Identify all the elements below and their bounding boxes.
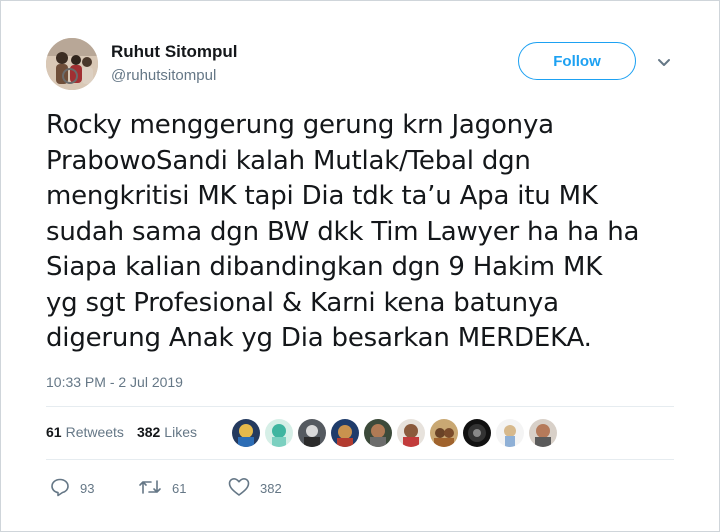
liker-avatars [232, 419, 562, 447]
liker-avatar[interactable] [496, 419, 524, 447]
liker-avatar[interactable] [463, 419, 491, 447]
liker-avatar[interactable] [364, 419, 392, 447]
retweet-count: 61 [172, 481, 187, 496]
user-handle[interactable]: @ruhutsitompul [111, 67, 216, 84]
liker-avatar[interactable] [430, 419, 458, 447]
liker-avatar[interactable] [397, 419, 425, 447]
likes-stat[interactable]: 382 Likes [137, 424, 197, 440]
liker-avatar[interactable] [265, 419, 293, 447]
divider [46, 459, 674, 460]
liker-avatar[interactable] [232, 419, 260, 447]
like-count: 382 [260, 481, 282, 496]
reply-count: 93 [80, 481, 95, 496]
likes-stat-label: Likes [164, 424, 197, 440]
retweet-icon [138, 477, 172, 500]
liker-avatar[interactable] [331, 419, 359, 447]
reply-button[interactable]: 93 [50, 477, 94, 500]
retweet-button[interactable]: 61 [138, 477, 186, 500]
tweet-text: Rocky menggerung gerung krn Jagonya Prab… [46, 110, 640, 353]
retweets-stat-count: 61 [46, 424, 62, 440]
retweets-stat[interactable]: 61 Retweets [46, 424, 124, 440]
retweets-stat-label: Retweets [65, 424, 124, 440]
heart-icon [228, 477, 260, 500]
tweet-timestamp[interactable]: 10:33 PM - 2 Jul 2019 [46, 374, 183, 390]
user-avatar[interactable] [46, 38, 98, 90]
engagement-stats: 61 Retweets 382 Likes [46, 424, 210, 440]
liker-avatar[interactable] [529, 419, 557, 447]
tweet-actions: 93 61 382 [46, 477, 346, 497]
reply-icon [50, 477, 80, 500]
liker-avatar[interactable] [298, 419, 326, 447]
like-button[interactable]: 382 [228, 477, 282, 500]
chevron-down-icon[interactable] [656, 54, 672, 70]
divider [46, 406, 674, 407]
likes-stat-count: 382 [136, 424, 161, 440]
user-display-name[interactable]: Ruhut Sitompul [111, 42, 238, 62]
follow-button[interactable]: Follow [518, 42, 636, 80]
